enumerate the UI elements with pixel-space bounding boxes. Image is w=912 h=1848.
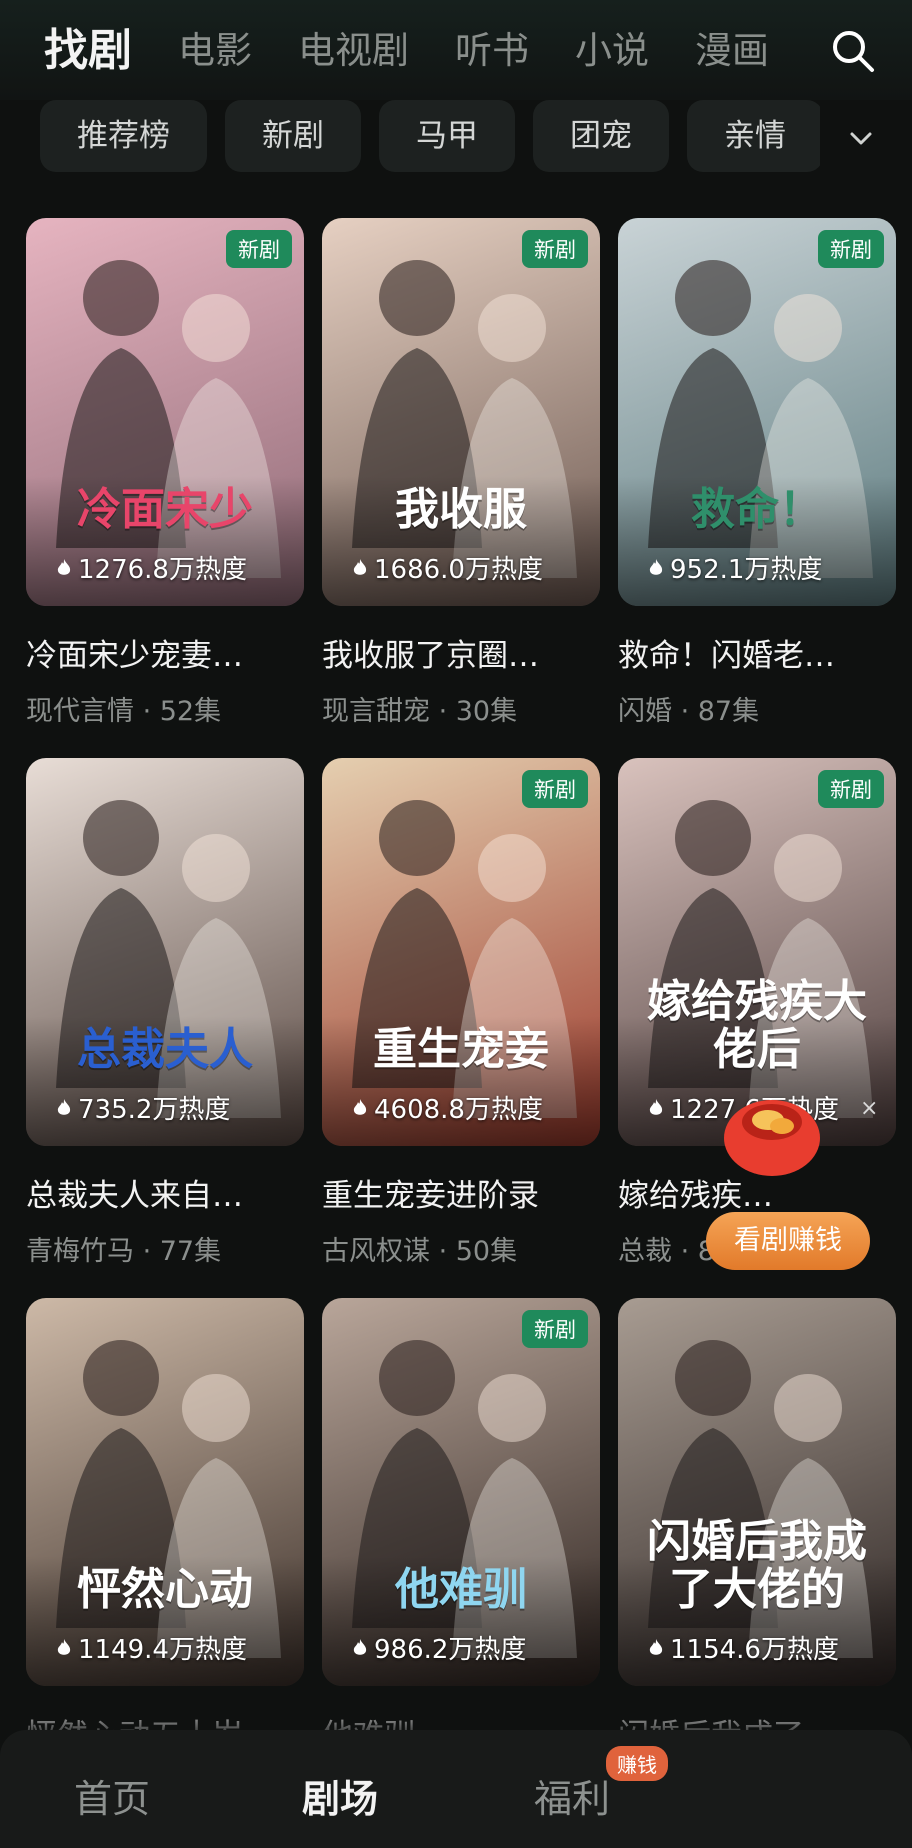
filter-chips: 推荐榜 新剧 马甲 团宠 亲情 — [40, 100, 820, 176]
chip-family-favorite[interactable]: 团宠 — [533, 100, 669, 172]
nav-welfare[interactable]: 福利 — [534, 1768, 610, 1823]
poster-title: 怦然心动 — [77, 1564, 253, 1615]
poster-title: 重生宠妾 — [373, 1024, 549, 1075]
nav-home[interactable]: 首页 — [74, 1768, 150, 1823]
poster-title: 总裁夫人 — [77, 1024, 253, 1075]
heat-count: 1686.0万热度 — [352, 549, 543, 586]
flame-icon — [649, 558, 663, 575]
drama-card[interactable]: 我收服 新剧 1686.0万热度我收服了京圈… 现言甜宠 · 30集 — [322, 218, 600, 728]
drama-poster[interactable]: 闪婚后我成了大佬的 1154.6万热度 — [618, 1298, 896, 1686]
heat-count: 735.2万热度 — [56, 1089, 230, 1126]
drama-poster[interactable]: 他难驯 新剧 986.2万热度 — [322, 1298, 600, 1686]
drama-card[interactable]: 闪婚后我成了大佬的1154.6万热度闪婚后我成了… — [618, 1298, 896, 1755]
chip-recommended[interactable]: 推荐榜 — [40, 100, 207, 172]
drama-card[interactable]: 总裁夫人 735.2万热度总裁夫人来自… 青梅竹马 · 77集 — [26, 758, 304, 1268]
tab-movies[interactable]: 电影 — [178, 16, 252, 86]
drama-card[interactable]: 冷面宋少 新剧 1276.8万热度冷面宋少宠妻… 现代言情 · 52集 — [26, 218, 304, 728]
drama-title[interactable]: 总裁夫人来自… — [26, 1170, 304, 1215]
poster-title: 他难驯 — [395, 1564, 527, 1615]
poster-title: 我收服 — [395, 484, 527, 535]
poster-title: 冷面宋少 — [77, 484, 253, 535]
earn-badge: 赚钱 — [606, 1746, 668, 1781]
heat-text: 1686.0万热度 — [374, 555, 543, 585]
flame-icon — [353, 1098, 367, 1115]
chip-disguise[interactable]: 马甲 — [379, 100, 515, 172]
chip-new[interactable]: 新剧 — [225, 100, 361, 172]
flame-icon — [57, 1638, 71, 1655]
tab-find-drama[interactable]: 找剧 — [44, 16, 132, 86]
drama-card[interactable]: 重生宠妾 新剧 4608.8万热度重生宠妾进阶录古风权谋 · 50集 — [322, 758, 600, 1268]
drama-meta: 闪婚 · 87集 — [618, 696, 760, 727]
new-badge: 新剧 — [818, 770, 884, 808]
heat-text: 1154.6万热度 — [670, 1635, 839, 1665]
drama-title[interactable]: 重生宠妾进阶录 — [322, 1170, 600, 1215]
category-tabs: 找剧 电影 电视剧 听书 小说 漫画 — [44, 16, 824, 86]
heat-text: 1276.8万热度 — [78, 555, 247, 585]
heat-text: 952.1万热度 — [670, 555, 823, 585]
drama-title[interactable]: 救命！闪婚老… — [618, 630, 896, 675]
chip-family[interactable]: 亲情 — [687, 100, 820, 172]
heat-text: 4608.8万热度 — [374, 1095, 543, 1125]
flame-icon — [57, 1098, 71, 1115]
new-badge: 新剧 — [522, 770, 588, 808]
drama-meta: 青梅竹马 · 77集 — [26, 1236, 222, 1267]
poster-title: 嫁给残疾大佬后 — [647, 976, 867, 1075]
search-icon[interactable] — [828, 26, 878, 76]
tab-tv-series[interactable]: 电视剧 — [298, 16, 409, 86]
earn-widget[interactable]: × 看剧赚钱 — [706, 1082, 878, 1272]
heat-text: 1149.4万热度 — [78, 1635, 247, 1665]
chevron-down-icon[interactable] — [838, 116, 884, 162]
drama-poster[interactable]: 怦然心动 1149.4万热度 — [26, 1298, 304, 1686]
tab-novels[interactable]: 小说 — [575, 16, 649, 86]
drama-meta: 古风权谋 · 50集 — [322, 1236, 518, 1267]
heat-text: 986.2万热度 — [374, 1635, 527, 1665]
drama-poster[interactable]: 我收服 新剧 1686.0万热度 — [322, 218, 600, 606]
close-icon[interactable]: × — [860, 1096, 878, 1121]
flame-icon — [353, 1638, 367, 1655]
nav-theater[interactable]: 剧场 — [302, 1768, 378, 1823]
new-badge: 新剧 — [818, 230, 884, 268]
drama-meta: 现代言情 · 52集 — [26, 696, 222, 727]
top-bar: 找剧 电影 电视剧 听书 小说 漫画 — [0, 0, 912, 100]
watch-earn-button[interactable]: 看剧赚钱 — [706, 1212, 870, 1270]
heat-count: 952.1万热度 — [648, 549, 822, 586]
new-badge: 新剧 — [522, 1310, 588, 1348]
heat-count: 1149.4万热度 — [56, 1629, 247, 1666]
heat-count: 4608.8万热度 — [352, 1089, 543, 1126]
drama-card[interactable]: 怦然心动1149.4万热度怦然心动五十岁 — [26, 1298, 304, 1755]
tab-audiobooks[interactable]: 听书 — [455, 16, 529, 86]
poster-title: 救命！ — [691, 484, 823, 535]
heat-text: 735.2万热度 — [78, 1095, 231, 1125]
bottom-nav: 首页 剧场 福利 赚钱 — [0, 1730, 912, 1848]
drama-poster[interactable]: 冷面宋少 新剧 1276.8万热度 — [26, 218, 304, 606]
drama-title[interactable]: 我收服了京圈… — [322, 630, 600, 675]
new-badge: 新剧 — [522, 230, 588, 268]
flame-icon — [353, 558, 367, 575]
drama-meta: 现言甜宠 · 30集 — [322, 696, 518, 727]
flame-icon — [649, 1098, 663, 1115]
flame-icon — [57, 558, 71, 575]
poster-title: 闪婚后我成了大佬的 — [647, 1516, 867, 1615]
drama-poster[interactable]: 总裁夫人 735.2万热度 — [26, 758, 304, 1146]
flame-icon — [649, 1638, 663, 1655]
heat-count: 1276.8万热度 — [56, 549, 247, 586]
heat-count: 986.2万热度 — [352, 1629, 526, 1666]
new-badge: 新剧 — [226, 230, 292, 268]
heat-count: 1154.6万热度 — [648, 1629, 839, 1666]
drama-poster[interactable]: 救命！ 新剧 952.1万热度 — [618, 218, 896, 606]
drama-card[interactable]: 救命！ 新剧 952.1万热度救命！闪婚老… 闪婚 · 87集 — [618, 218, 896, 728]
drama-poster[interactable]: 重生宠妾 新剧 4608.8万热度 — [322, 758, 600, 1146]
tab-comics[interactable]: 漫画 — [695, 16, 769, 86]
red-envelope-icon[interactable] — [718, 1082, 826, 1178]
drama-title[interactable]: 冷面宋少宠妻… — [26, 630, 304, 675]
drama-card[interactable]: 他难驯 新剧 986.2万热度他难驯 — [322, 1298, 600, 1755]
